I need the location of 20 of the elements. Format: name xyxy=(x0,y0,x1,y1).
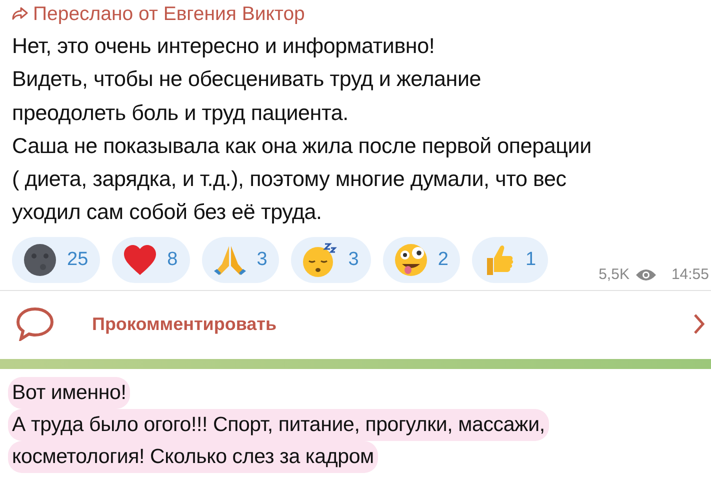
reaction-button[interactable]: 8 xyxy=(112,237,190,284)
zany-face-icon xyxy=(394,243,428,278)
reaction-button[interactable]: 3 xyxy=(291,237,371,284)
forwarded-label: Переслано от Евгения Виктор xyxy=(12,2,305,26)
reaction-button[interactable]: 3 xyxy=(202,237,280,284)
forward-icon xyxy=(12,7,28,21)
reply-text: Вот именно! А труда было огого!!! Спорт, питание, прогулки, массажи, косметология! Сколько слез за кадром xyxy=(8,377,711,474)
reaction-button[interactable]: 2 xyxy=(382,237,460,284)
reaction-button[interactable]: 25 xyxy=(12,237,100,284)
chevron-right-icon xyxy=(693,313,705,336)
time-label: 14:55 xyxy=(671,264,709,285)
view-count: 5,5K xyxy=(598,264,630,285)
eye-icon xyxy=(635,268,658,282)
heart-icon xyxy=(123,244,158,276)
praying-hands-icon xyxy=(212,244,247,276)
moon-face-icon xyxy=(23,243,57,278)
reaction-button[interactable]: 1 xyxy=(472,237,548,284)
sleeping-face-icon xyxy=(302,242,338,278)
speech-bubble-icon xyxy=(16,307,54,342)
message-text: Нет, это очень интересно и информативно! Видеть, чтобы не обесценивать труд и желание преодолеть боль и труд пациента. Саша не показывала как она жила после первой операции ( диета, зарядка, и т.д.), поэтому многие думали, что вес уходил сам собой без её труда. xyxy=(12,33,592,226)
